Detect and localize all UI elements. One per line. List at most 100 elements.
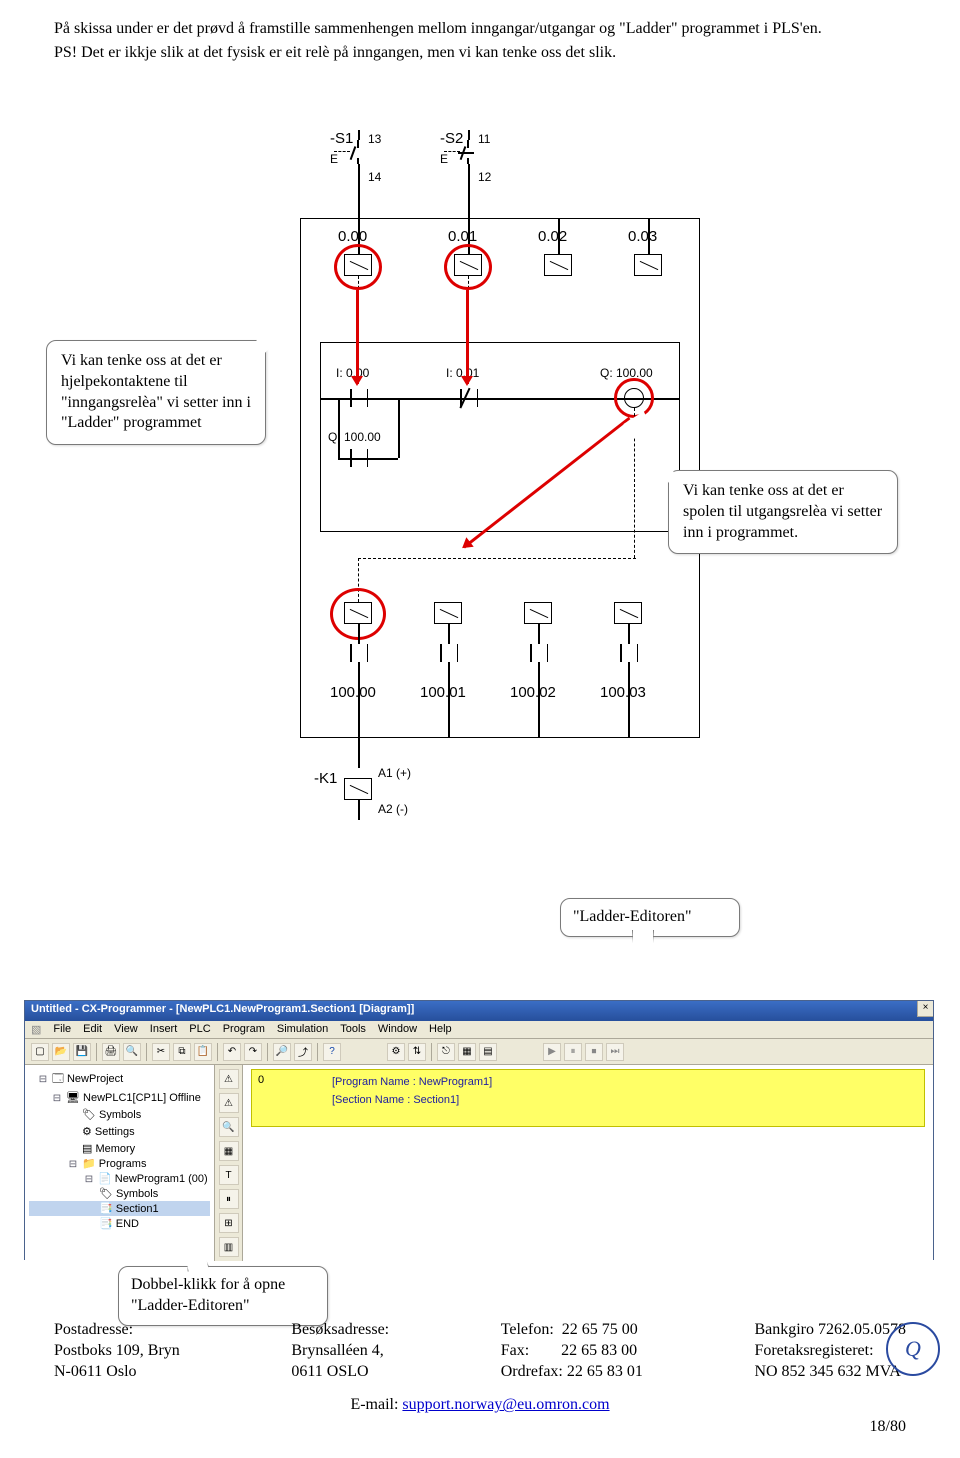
menu-insert[interactable]: Insert (150, 1023, 178, 1036)
tree-close-icon[interactable]: × (917, 1001, 933, 1017)
callout-input-relay: Vi kan tenke oss at det er hjelpekontakt… (46, 340, 266, 445)
tool-pause-icon[interactable]: ⏸ (219, 1189, 239, 1209)
menu-edit[interactable]: Edit (83, 1023, 102, 1036)
footer-email-link[interactable]: support.norway@eu.omron.com (402, 1396, 609, 1413)
debug-icon[interactable]: ▤ (479, 1043, 497, 1061)
label-k1-a1: A1 (+) (378, 766, 411, 780)
window-titlebar: Untitled - CX-Programmer - [NewPLC1.NewP… (25, 1001, 933, 1021)
tree-root[interactable]: ⊟🗔 NewProject (29, 1069, 210, 1090)
switch-s2 (456, 140, 480, 164)
undo-icon[interactable]: ↶ (223, 1043, 241, 1061)
new-icon[interactable]: ▢ (31, 1043, 49, 1061)
project-tree[interactable]: × ⊟🗔 NewProject ⊟🖥 NewPLC1[CP1L] Offline… (25, 1065, 215, 1261)
contactor-k1 (344, 778, 372, 800)
ladder-editor-pane[interactable]: 0 [Program Name : NewProgram1] [Section … (243, 1065, 933, 1261)
preview-icon[interactable]: 🔍 (123, 1043, 141, 1061)
red-circle-input-1 (444, 244, 492, 290)
menu-help[interactable]: Help (429, 1023, 452, 1036)
menu-tools[interactable]: Tools (340, 1023, 366, 1036)
output-relay-3 (614, 602, 642, 624)
label-k1: -K1 (314, 770, 337, 787)
callout-output-coil: Vi kan tenke oss at det er spolen til ut… (668, 470, 898, 554)
label-q100: Q: 100.00 (600, 366, 653, 380)
label-in0: 0.00 (338, 228, 367, 245)
rung-number: 0 (258, 1074, 264, 1086)
menu-window[interactable]: Window (378, 1023, 417, 1036)
cut-icon[interactable]: ✂ (152, 1043, 170, 1061)
menu-simulation[interactable]: Simulation (277, 1023, 328, 1036)
transfer-icon[interactable]: ⇅ (408, 1043, 426, 1061)
red-arrow-1 (356, 290, 359, 384)
label-out3: 100.03 (600, 684, 646, 701)
label-q100b: Q: 100.00 (328, 430, 381, 444)
menu-plc[interactable]: PLC (189, 1023, 210, 1036)
print-icon[interactable]: 🖨 (102, 1043, 120, 1061)
label-s2-e: E (440, 152, 448, 166)
tool-warning-icon[interactable]: ⚠ (219, 1069, 239, 1089)
footer-col-bank: Bankgiro 7262.05.0578 Foretaksregisteret… (754, 1320, 906, 1382)
label-s1-e: E (330, 152, 338, 166)
label-s2-pin-b: 12 (478, 170, 491, 184)
step-icon[interactable]: ⏭ (606, 1043, 624, 1061)
tool-text-icon[interactable]: T (219, 1165, 239, 1185)
program-name-label: [Program Name : NewProgram1] (332, 1076, 492, 1088)
tree-end[interactable]: 📑 END (29, 1216, 210, 1231)
online-icon[interactable]: ⎋ (437, 1043, 455, 1061)
switch-s1 (346, 140, 370, 164)
ladder-rung-0[interactable]: 0 [Program Name : NewProgram1] [Section … (251, 1069, 925, 1127)
play-icon[interactable]: ▶ (543, 1043, 561, 1061)
open-icon[interactable]: 📂 (52, 1043, 70, 1061)
aux-contact-0 (350, 644, 368, 662)
label-k1-a2: A2 (-) (378, 802, 408, 816)
footer-col-postadresse: Postadresse: Postboks 109, Bryn N-0611 O… (54, 1320, 180, 1382)
label-out1: 100.01 (420, 684, 466, 701)
footer-col-telefon: Telefon: 22 65 75 00 Fax: 22 65 83 00 Or… (501, 1320, 643, 1382)
tree-section1[interactable]: 📑 Section1 (29, 1201, 210, 1216)
tool-view-icon[interactable]: ▥ (219, 1237, 239, 1257)
tree-memory[interactable]: ▤ Memory (29, 1139, 210, 1156)
menu-view[interactable]: View (114, 1023, 138, 1036)
callout-input-relay-text: Vi kan tenke oss at det er hjelpekontakt… (61, 352, 251, 431)
body-paragraph-2: PS! Det er ikkje slik at det fysisk er e… (54, 42, 906, 64)
input-relay-3 (634, 254, 662, 276)
help-icon[interactable]: ? (323, 1043, 341, 1061)
monitor-icon[interactable]: ▦ (458, 1043, 476, 1061)
copy-icon[interactable]: ⧉ (173, 1043, 191, 1061)
tree-program[interactable]: ⊟📄 NewProgram1 (00) (29, 1171, 210, 1186)
paste-icon[interactable]: 📋 (194, 1043, 212, 1061)
pause-icon[interactable]: ⏸ (564, 1043, 582, 1061)
tree-programs[interactable]: ⊟📁 Programs (29, 1156, 210, 1171)
red-circle-input-0 (334, 244, 382, 290)
save-icon[interactable]: 💾 (73, 1043, 91, 1061)
tool-warning2-icon[interactable]: ⚠ (219, 1093, 239, 1113)
compile-icon[interactable]: ⚙ (387, 1043, 405, 1061)
contact-i1 (460, 389, 478, 407)
tree-symbols[interactable]: 🏷 Symbols (29, 1105, 210, 1122)
tree-plc[interactable]: ⊟🖥 NewPLC1[CP1L] Offline (29, 1090, 210, 1105)
label-in3: 0.03 (628, 228, 657, 245)
callout-double-click: Dobbel-klikk for å opne "Ladder-Editoren… (118, 1266, 328, 1326)
red-arrow-2 (466, 290, 469, 384)
tool-rung-icon[interactable]: ⊞ (219, 1213, 239, 1233)
tool-zoom-icon[interactable]: 🔍 (219, 1117, 239, 1137)
tool-grid-icon[interactable]: ▦ (219, 1141, 239, 1161)
menu-program[interactable]: Program (223, 1023, 265, 1036)
stop-icon[interactable]: ⏹ (585, 1043, 603, 1061)
redo-icon[interactable]: ↷ (244, 1043, 262, 1061)
side-toolbox: ⚠ ⚠ 🔍 ▦ T ⏸ ⊞ ▥ (215, 1065, 243, 1261)
find-icon[interactable]: 🔎 (273, 1043, 291, 1061)
tree-settings[interactable]: ⚙ Settings (29, 1122, 210, 1139)
goto-icon[interactable]: ⤴ (294, 1043, 312, 1061)
callout-ladder-editor-text: "Ladder-Editoren" (573, 908, 691, 925)
callout-double-click-text: Dobbel-klikk for å opne "Ladder-Editoren… (131, 1276, 285, 1314)
window-title-text: Untitled - CX-Programmer - [NewPLC1.NewP… (31, 1003, 414, 1015)
footer-col-besoksadresse: Besøksadresse: Brynsalléen 4, 0611 OSLO (291, 1320, 389, 1382)
label-out0: 100.00 (330, 684, 376, 701)
tree-prog-symbols[interactable]: 🏷 Symbols (29, 1186, 210, 1201)
aux-contact-3 (620, 644, 638, 662)
menu-file[interactable]: File (53, 1023, 71, 1036)
section-name-label: [Section Name : Section1] (332, 1094, 459, 1106)
callout-output-coil-text: Vi kan tenke oss at det er spolen til ut… (683, 482, 882, 541)
toolbar: ▢ 📂 💾 🖨 🔍 ✂ ⧉ 📋 ↶ ↷ 🔎 ⤴ ? ⚙ ⇅ ⎋ ▦ ▤ ▶ ⏸ … (25, 1039, 933, 1065)
output-relay-1 (434, 602, 462, 624)
